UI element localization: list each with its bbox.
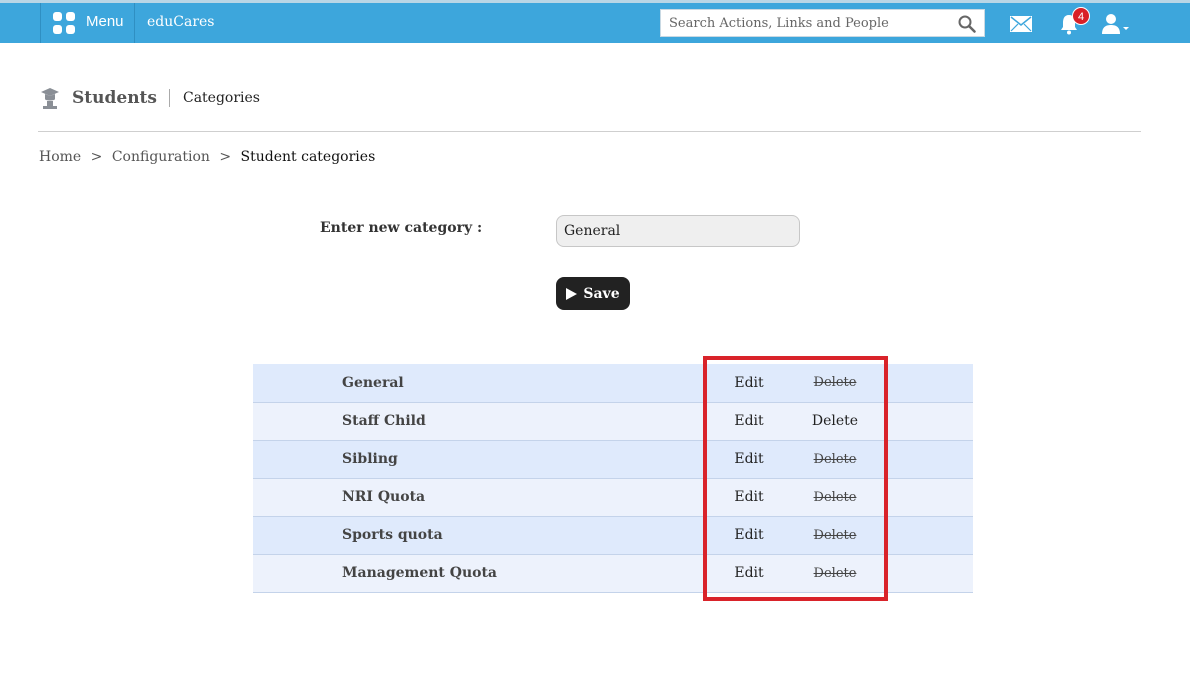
table-row: Staff Child Edit Delete bbox=[253, 402, 973, 441]
students-icon bbox=[41, 88, 59, 109]
category-name: Staff Child bbox=[253, 402, 703, 441]
delete-link: Delete bbox=[795, 516, 875, 555]
breadcrumb-separator: > bbox=[219, 149, 232, 165]
page-header: Students Categories bbox=[40, 85, 260, 111]
play-icon bbox=[566, 287, 578, 300]
category-name: Management Quota bbox=[253, 554, 703, 593]
user-icon[interactable] bbox=[1100, 13, 1130, 35]
page-subtitle: Categories bbox=[182, 90, 260, 106]
category-name: Sports quota bbox=[253, 516, 703, 555]
edit-link[interactable]: Edit bbox=[703, 516, 795, 555]
row-spacer bbox=[875, 402, 973, 441]
categories-table: General Edit Delete Staff Child Edit Delete Si… bbox=[253, 364, 973, 593]
new-category-input[interactable] bbox=[556, 215, 800, 247]
delete-link: Delete bbox=[795, 440, 875, 479]
row-spacer bbox=[875, 478, 973, 517]
delete-link: Delete bbox=[795, 554, 875, 593]
header-divider bbox=[38, 131, 1141, 132]
table-row: Sibling Edit Delete bbox=[253, 440, 973, 479]
breadcrumb-current: Student categories bbox=[240, 149, 376, 165]
save-button[interactable]: Save bbox=[556, 277, 630, 310]
edit-link[interactable]: Edit bbox=[703, 402, 795, 441]
edit-link[interactable]: Edit bbox=[703, 364, 795, 403]
table-row: NRI Quota Edit Delete bbox=[253, 478, 973, 517]
category-name: Sibling bbox=[253, 440, 703, 479]
delete-link: Delete bbox=[795, 364, 875, 403]
category-name: NRI Quota bbox=[253, 478, 703, 517]
new-category-label: Enter new category : bbox=[320, 220, 483, 236]
table-row: Management Quota Edit Delete bbox=[253, 554, 973, 593]
breadcrumb-separator: > bbox=[90, 149, 103, 165]
mail-icon[interactable] bbox=[1010, 16, 1032, 32]
breadcrumb: Home > Configuration > Student categorie… bbox=[39, 149, 375, 165]
menu-button[interactable]: Menu bbox=[40, 3, 135, 43]
search-icon[interactable] bbox=[958, 15, 976, 33]
row-spacer bbox=[875, 364, 973, 403]
edit-link[interactable]: Edit bbox=[703, 554, 795, 593]
breadcrumb-configuration[interactable]: Configuration bbox=[112, 149, 210, 165]
edit-link[interactable]: Edit bbox=[703, 440, 795, 479]
title-separator bbox=[168, 89, 170, 107]
row-spacer bbox=[875, 516, 973, 555]
breadcrumb-home[interactable]: Home bbox=[39, 149, 81, 165]
row-spacer bbox=[875, 554, 973, 593]
edit-link[interactable]: Edit bbox=[703, 478, 795, 517]
menu-label: Menu bbox=[86, 13, 124, 30]
row-spacer bbox=[875, 440, 973, 479]
category-name: General bbox=[253, 364, 703, 403]
grid-icon bbox=[53, 12, 75, 34]
page-title: Students bbox=[72, 88, 157, 108]
notification-badge: 4 bbox=[1072, 7, 1090, 25]
search-input[interactable] bbox=[661, 10, 951, 36]
delete-link: Delete bbox=[795, 478, 875, 517]
brand-link[interactable]: eduCares bbox=[147, 14, 214, 30]
table-row: General Edit Delete bbox=[253, 364, 973, 403]
table-row: Sports quota Edit Delete bbox=[253, 516, 973, 555]
search-box bbox=[660, 9, 985, 37]
top-navbar: Menu eduCares 4 bbox=[0, 0, 1190, 43]
delete-link[interactable]: Delete bbox=[795, 402, 875, 441]
save-button-label: Save bbox=[583, 285, 620, 302]
